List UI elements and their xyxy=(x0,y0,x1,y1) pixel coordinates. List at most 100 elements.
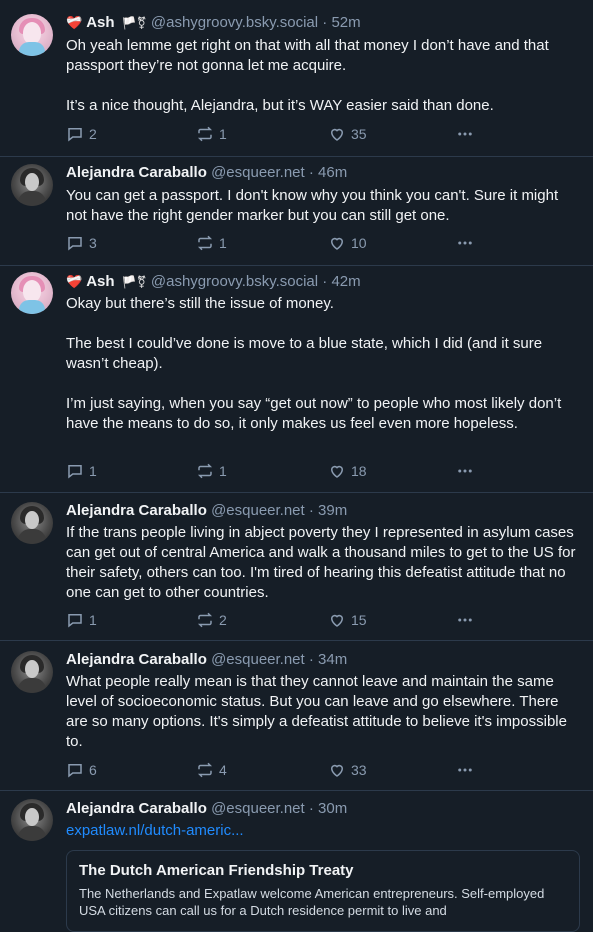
repost-button[interactable]: 1 xyxy=(196,125,227,143)
reply-count: 1 xyxy=(89,463,97,479)
post-text: Oh yeah lemme get right on that with all… xyxy=(66,36,576,116)
post-paragraph: It’s a nice thought, Alejandra, but it’s… xyxy=(66,97,494,114)
like-count: 15 xyxy=(351,612,367,628)
author-name[interactable]: Alejandra Caraballo xyxy=(66,651,207,668)
post-actions: 2 1 35 xyxy=(66,125,486,143)
author-name[interactable]: Alejandra Caraballo xyxy=(66,502,207,519)
post-header: ❤‍🩹 Ash 🏳️⚧ @ashygroovy.bsky.social · 52m xyxy=(66,14,361,32)
reply-button[interactable]: 1 xyxy=(66,462,97,480)
post-actions: 1 1 18 xyxy=(66,462,486,480)
ellipsis-icon xyxy=(456,125,474,143)
post-paragraph: The best I could’ve done is move to a bl… xyxy=(66,335,543,372)
post-header: Alejandra Caraballo @esqueer.net · 30m xyxy=(66,800,347,818)
repost-count: 2 xyxy=(219,612,227,628)
like-button[interactable]: 10 xyxy=(328,234,367,252)
like-count: 18 xyxy=(351,463,367,479)
repost-arrows-icon xyxy=(196,611,214,629)
author-handle-time[interactable]: @ashygroovy.bsky.social · 52m xyxy=(151,14,361,31)
repost-arrows-icon xyxy=(196,761,214,779)
repost-button[interactable]: 2 xyxy=(196,611,227,629)
flag-emoji: 🏳️⚧ xyxy=(121,16,147,30)
like-count: 35 xyxy=(351,126,367,142)
reply-count: 6 xyxy=(89,762,97,778)
post-header: Alejandra Caraballo @esqueer.net · 46m xyxy=(66,164,347,182)
reply-count: 3 xyxy=(89,235,97,251)
post-paragraph: What people really mean is that they can… xyxy=(66,673,567,750)
post-divider xyxy=(0,492,593,493)
speech-bubble-icon xyxy=(66,125,84,143)
avatar[interactable] xyxy=(11,272,53,314)
like-button[interactable]: 33 xyxy=(328,761,367,779)
like-button[interactable]: 18 xyxy=(328,462,367,480)
repost-button[interactable]: 1 xyxy=(196,234,227,252)
card-title: The Dutch American Friendship Treaty xyxy=(79,862,354,879)
post-text: If the trans people living in abject pov… xyxy=(66,523,576,603)
post-actions: 6 4 33 xyxy=(66,761,486,779)
heart-icon xyxy=(328,234,346,252)
ellipsis-icon xyxy=(456,234,474,252)
mending-heart-emoji: ❤‍🩹 xyxy=(66,15,83,30)
repost-count: 1 xyxy=(219,463,227,479)
ellipsis-icon xyxy=(456,462,474,480)
post-actions: 1 2 15 xyxy=(66,611,486,629)
post-actions: 3 1 10 xyxy=(66,234,486,252)
avatar[interactable] xyxy=(11,14,53,56)
reply-button[interactable]: 3 xyxy=(66,234,97,252)
repost-button[interactable]: 1 xyxy=(196,462,227,480)
more-options-button[interactable] xyxy=(456,234,474,252)
post-paragraph: You can get a passport. I don't know why… xyxy=(66,187,559,224)
author-handle-time[interactable]: @esqueer.net · 39m xyxy=(211,502,347,519)
post-text: You can get a passport. I don't know why… xyxy=(66,186,576,226)
card-description: The Netherlands and Expatlaw welcome Ame… xyxy=(79,886,545,918)
author-handle-time[interactable]: @esqueer.net · 34m xyxy=(211,651,347,668)
repost-count: 4 xyxy=(219,762,227,778)
avatar[interactable] xyxy=(11,799,53,841)
reply-button[interactable]: 1 xyxy=(66,611,97,629)
post-header: Alejandra Caraballo @esqueer.net · 39m xyxy=(66,502,347,520)
like-button[interactable]: 15 xyxy=(328,611,367,629)
avatar[interactable] xyxy=(11,502,53,544)
post-text: What people really mean is that they can… xyxy=(66,672,576,752)
repost-count: 1 xyxy=(219,235,227,251)
mending-heart-emoji: ❤‍🩹 xyxy=(66,274,83,289)
repost-arrows-icon xyxy=(196,462,214,480)
like-button[interactable]: 35 xyxy=(328,125,367,143)
author-name[interactable]: Alejandra Caraballo xyxy=(66,164,207,181)
post-header: ❤‍🩹 Ash 🏳️⚧ @ashygroovy.bsky.social · 42m xyxy=(66,273,361,291)
post-text: Okay but there’s still the issue of mone… xyxy=(66,294,576,434)
reply-button[interactable]: 2 xyxy=(66,125,97,143)
speech-bubble-icon xyxy=(66,234,84,252)
heart-icon xyxy=(328,761,346,779)
reply-count: 2 xyxy=(89,126,97,142)
reply-button[interactable]: 6 xyxy=(66,761,97,779)
post-header: Alejandra Caraballo @esqueer.net · 34m xyxy=(66,651,347,669)
heart-icon xyxy=(328,462,346,480)
speech-bubble-icon xyxy=(66,611,84,629)
author-handle-time[interactable]: @esqueer.net · 46m xyxy=(211,164,347,181)
repost-count: 1 xyxy=(219,126,227,142)
more-options-button[interactable] xyxy=(456,611,474,629)
post-divider xyxy=(0,156,593,157)
more-options-button[interactable] xyxy=(456,125,474,143)
author-handle-time[interactable]: @ashygroovy.bsky.social · 42m xyxy=(151,273,361,290)
like-count: 10 xyxy=(351,235,367,251)
avatar[interactable] xyxy=(11,651,53,693)
author-name[interactable]: Ash xyxy=(86,14,114,31)
avatar[interactable] xyxy=(11,164,53,206)
like-count: 33 xyxy=(351,762,367,778)
reply-count: 1 xyxy=(89,612,97,628)
repost-button[interactable]: 4 xyxy=(196,761,227,779)
link-preview-card[interactable]: The Dutch American Friendship Treaty The… xyxy=(66,850,580,932)
post-paragraph: Oh yeah lemme get right on that with all… xyxy=(66,37,549,74)
flag-emoji: 🏳️⚧ xyxy=(121,275,147,289)
external-link[interactable]: expatlaw.nl/dutch-americ... xyxy=(66,822,244,839)
author-name[interactable]: Alejandra Caraballo xyxy=(66,800,207,817)
ellipsis-icon xyxy=(456,611,474,629)
more-options-button[interactable] xyxy=(456,761,474,779)
author-handle-time[interactable]: @esqueer.net · 30m xyxy=(211,800,347,817)
repost-arrows-icon xyxy=(196,234,214,252)
ellipsis-icon xyxy=(456,761,474,779)
repost-arrows-icon xyxy=(196,125,214,143)
author-name[interactable]: Ash xyxy=(86,273,114,290)
more-options-button[interactable] xyxy=(456,462,474,480)
